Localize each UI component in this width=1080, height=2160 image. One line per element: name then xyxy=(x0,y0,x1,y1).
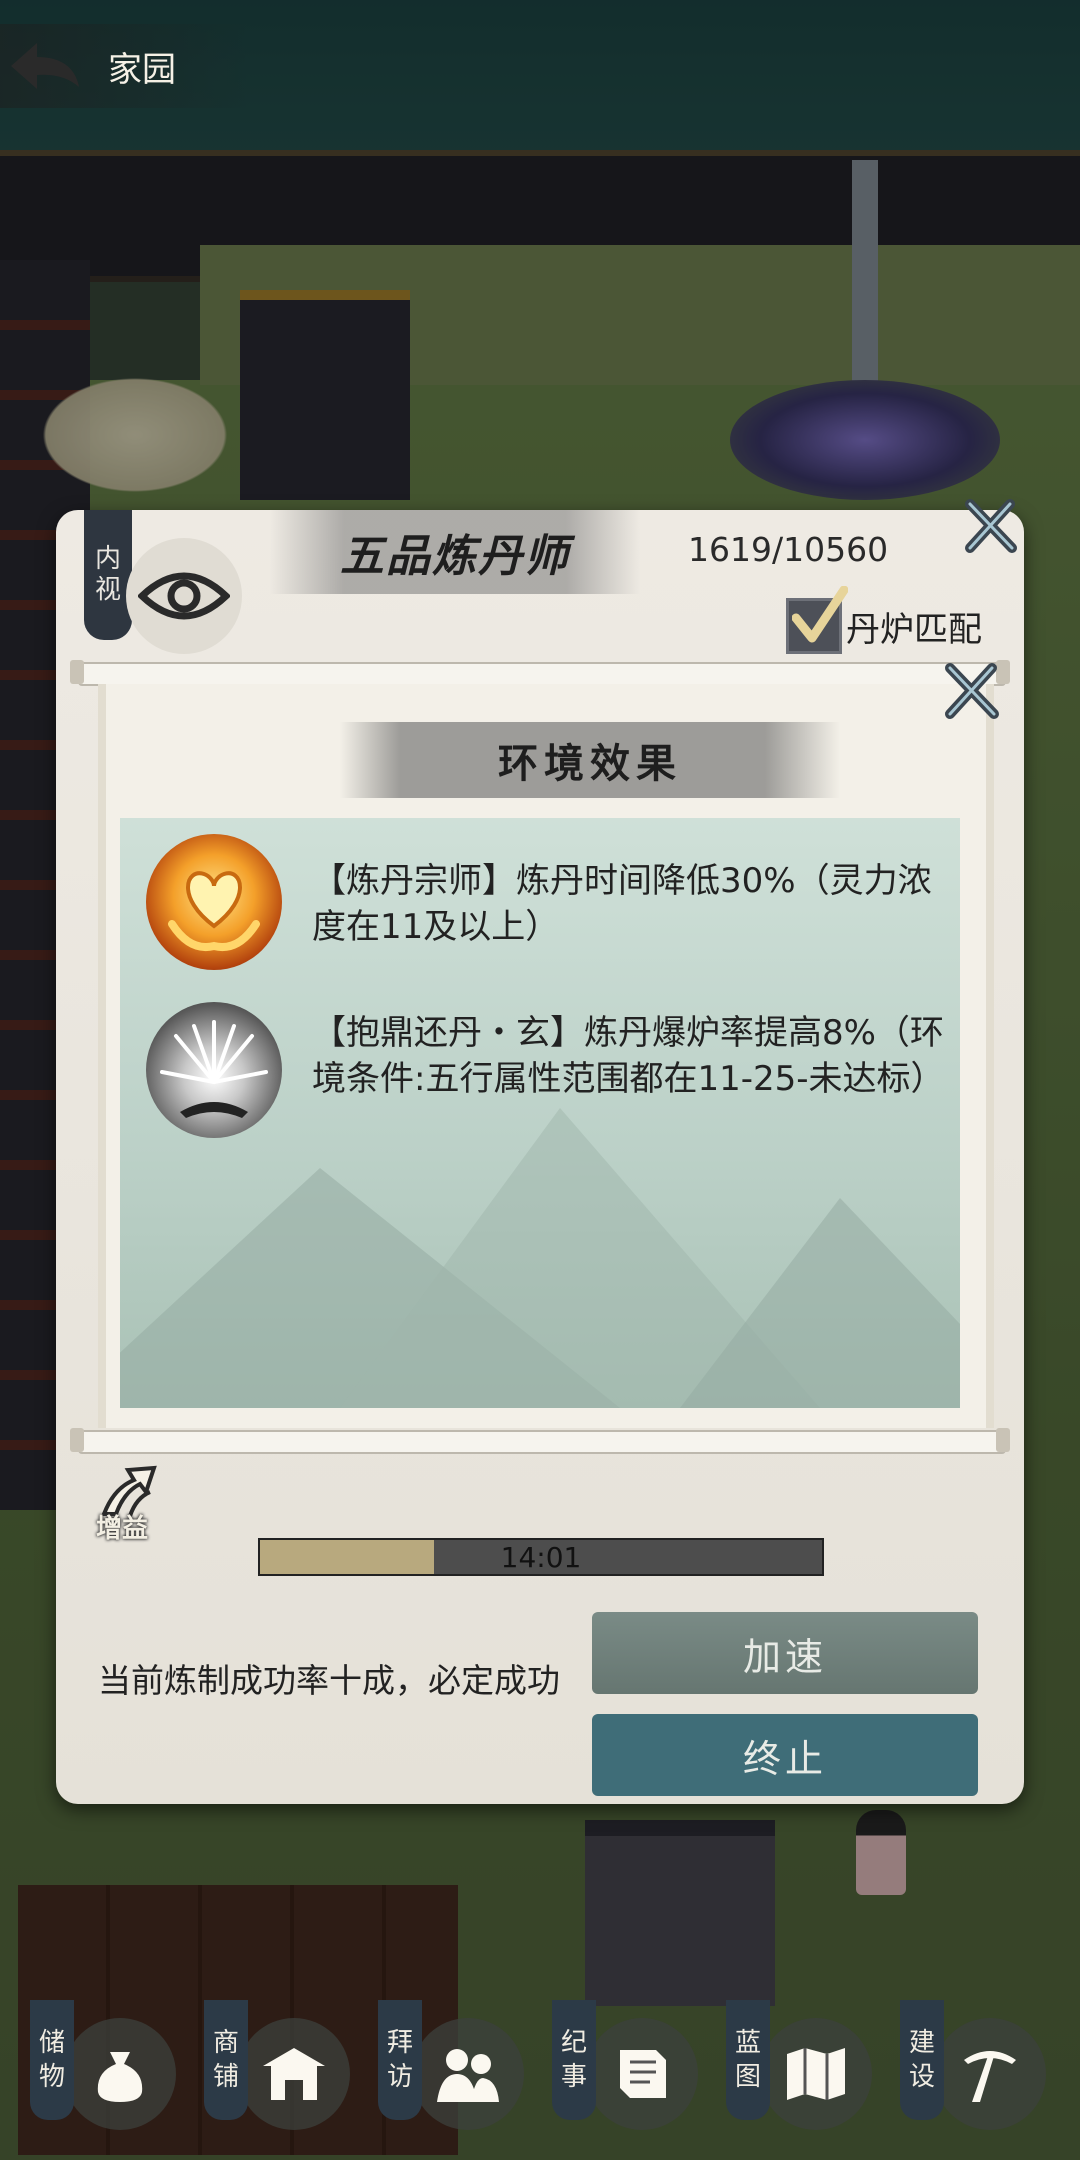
close-scroll-icon[interactable] xyxy=(940,660,1002,722)
nav-blueprint[interactable]: 蓝 图 xyxy=(726,2000,876,2150)
mountain-shape xyxy=(680,1198,960,1408)
rank-title: 五品炼丹师 xyxy=(340,531,570,582)
nav-label-char: 商 xyxy=(212,2028,239,2058)
back-arrow-icon[interactable] xyxy=(0,31,90,101)
shop-icon xyxy=(238,2018,350,2130)
page-title: 家园 xyxy=(108,49,176,90)
nav-tag: 储 物 xyxy=(30,2000,74,2120)
environment-banner: 环境效果 xyxy=(340,722,840,798)
golden-heart-hands-icon xyxy=(146,834,282,970)
environment-title: 环境效果 xyxy=(498,740,682,787)
nav-label-char: 拜 xyxy=(386,2028,413,2058)
badge-char-1: 内 xyxy=(94,543,121,574)
timer-text: 14:01 xyxy=(500,1540,582,1574)
nav-tag: 商 铺 xyxy=(204,2000,248,2120)
speed-up-button[interactable]: 加速 xyxy=(592,1612,978,1694)
close-dialog-icon[interactable] xyxy=(960,496,1020,556)
nav-label-char: 建 xyxy=(908,2028,935,2058)
visit-icon xyxy=(412,2018,524,2130)
nav-build[interactable]: 建 设 xyxy=(900,2000,1050,2150)
nav-label-char: 图 xyxy=(734,2062,761,2092)
scroll-rod-end xyxy=(996,1428,1010,1452)
nav-label-char: 事 xyxy=(560,2062,587,2092)
scroll-icon xyxy=(586,2018,698,2130)
success-rate-text: 当前炼制成功率十成，必定成功 xyxy=(98,1661,560,1700)
nav-visit[interactable]: 拜 访 xyxy=(378,2000,528,2150)
experience-counter: 1619/10560 xyxy=(688,530,889,569)
blueprint-icon xyxy=(760,2018,872,2130)
nav-tag: 建 设 xyxy=(900,2000,944,2120)
pickaxe-icon xyxy=(934,2018,1046,2130)
stop-button[interactable]: 终止 xyxy=(592,1714,978,1796)
scroll-rod-end xyxy=(70,1428,84,1452)
nav-tag: 拜 访 xyxy=(378,2000,422,2120)
effect-description: 【抱鼎还丹・玄】炼丹爆炉率提高8%（环境条件:五行属性范围都在11-25-未达标… xyxy=(312,1013,945,1099)
nav-chronicle[interactable]: 纪 事 xyxy=(552,2000,702,2150)
nav-label-char: 蓝 xyxy=(734,2028,761,2058)
nav-shop[interactable]: 商 铺 xyxy=(204,2000,354,2150)
refining-progress-bar: 14:01 xyxy=(258,1538,824,1576)
scroll-rod-top xyxy=(78,662,1006,686)
inner-view-badge[interactable]: 内 视 xyxy=(84,510,132,640)
nav-tag: 蓝 图 xyxy=(726,2000,770,2120)
bag-icon xyxy=(64,2018,176,2130)
effect-description: 【炼丹宗师】炼丹时间降低30%（灵力浓度在11及以上） xyxy=(312,861,932,947)
burst-explosion-icon xyxy=(146,1002,282,1138)
badge-char-2: 视 xyxy=(94,575,121,605)
furnace-match-label: 丹炉匹配 xyxy=(846,610,982,650)
buff-label: 增益 xyxy=(96,1514,149,1544)
top-bar: 家园 xyxy=(0,24,250,108)
scroll-rod-bottom xyxy=(78,1430,1006,1454)
nav-tag: 纪 事 xyxy=(552,2000,596,2120)
nav-label-char: 设 xyxy=(908,2062,935,2092)
nav-label-char: 储 xyxy=(38,2028,65,2058)
nav-label-char: 访 xyxy=(386,2062,413,2092)
nav-label-char: 物 xyxy=(38,2062,65,2092)
nav-label-char: 纪 xyxy=(560,2028,587,2058)
scroll-rod-end xyxy=(70,660,84,684)
eye-icon[interactable] xyxy=(126,538,242,654)
checkmark-icon xyxy=(792,586,848,643)
rank-title-banner: 五品炼丹师 xyxy=(270,510,640,594)
nav-label-char: 铺 xyxy=(212,2062,239,2092)
nav-storage[interactable]: 储 物 xyxy=(30,2000,180,2150)
